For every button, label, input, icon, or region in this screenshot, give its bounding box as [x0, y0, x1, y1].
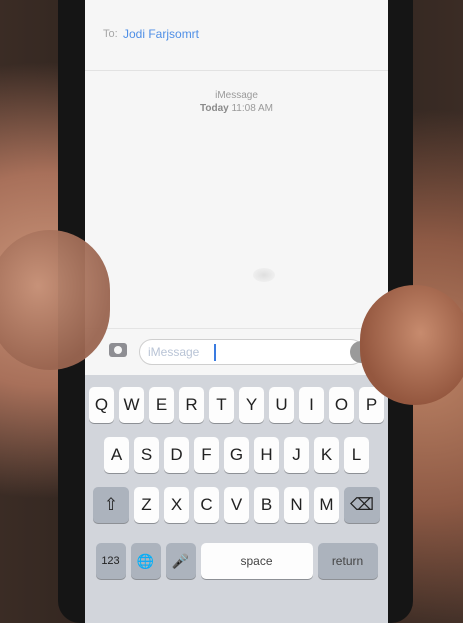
- key-v[interactable]: V: [224, 487, 249, 523]
- right-thumb: [360, 285, 463, 405]
- space-key[interactable]: space: [200, 543, 313, 579]
- dictation-icon[interactable]: 🎤: [165, 543, 196, 579]
- timestamp: Today 11:08 AM: [85, 103, 388, 114]
- key-m[interactable]: M: [314, 487, 339, 523]
- key-j[interactable]: J: [284, 437, 309, 473]
- recipient-name[interactable]: Jodi Farjsomrt: [123, 27, 199, 41]
- recipient-bar: To: Jodi Farjsomrt: [85, 0, 388, 71]
- keyboard-row-2: A S D F G H J K L: [85, 437, 388, 473]
- globe-icon[interactable]: 🌐: [130, 543, 161, 579]
- screen-smudge: [253, 268, 275, 282]
- key-a[interactable]: A: [104, 437, 129, 473]
- timestamp-time: 11:08 AM: [231, 103, 273, 114]
- key-g[interactable]: G: [224, 437, 249, 473]
- key-s[interactable]: S: [134, 437, 159, 473]
- service-label: iMessage: [215, 90, 258, 101]
- text-caret: [214, 344, 216, 361]
- backspace-icon[interactable]: ⌫: [344, 487, 380, 523]
- messages-screen: To: Jodi Farjsomrt iMessage Today 11:08 …: [85, 0, 388, 623]
- key-l[interactable]: L: [344, 437, 369, 473]
- message-placeholder: iMessage: [148, 345, 200, 359]
- key-b[interactable]: B: [254, 487, 279, 523]
- key-e[interactable]: E: [149, 387, 174, 423]
- keyboard-row-3: ⇧ Z X C V B N M ⌫: [85, 487, 388, 523]
- return-key[interactable]: return: [317, 543, 378, 579]
- to-label: To:: [103, 28, 118, 40]
- keyboard: Q W E R T Y U I O P A S D F G H J K L ⇧ …: [85, 375, 388, 623]
- key-f[interactable]: F: [194, 437, 219, 473]
- key-z[interactable]: Z: [134, 487, 159, 523]
- camera-icon[interactable]: [109, 343, 127, 357]
- key-u[interactable]: U: [269, 387, 294, 423]
- key-t[interactable]: T: [209, 387, 234, 423]
- key-q[interactable]: Q: [89, 387, 114, 423]
- message-composer: iMessage: [85, 328, 388, 375]
- shift-icon[interactable]: ⇧: [93, 487, 129, 523]
- key-d[interactable]: D: [164, 437, 189, 473]
- key-h[interactable]: H: [254, 437, 279, 473]
- key-k[interactable]: K: [314, 437, 339, 473]
- keyboard-row-4: 123 🌐 🎤 space return: [85, 543, 388, 579]
- keyboard-row-1: Q W E R T Y U I O P: [85, 387, 388, 423]
- timestamp-day: Today: [199, 103, 229, 114]
- key-n[interactable]: N: [284, 487, 309, 523]
- message-input[interactable]: iMessage: [139, 339, 364, 365]
- key-r[interactable]: R: [179, 387, 204, 423]
- numbers-key[interactable]: 123: [95, 543, 126, 579]
- key-i[interactable]: I: [299, 387, 324, 423]
- key-x[interactable]: X: [164, 487, 189, 523]
- key-o[interactable]: O: [329, 387, 354, 423]
- key-y[interactable]: Y: [239, 387, 264, 423]
- key-c[interactable]: C: [194, 487, 219, 523]
- left-thumb: [0, 230, 110, 370]
- key-w[interactable]: W: [119, 387, 144, 423]
